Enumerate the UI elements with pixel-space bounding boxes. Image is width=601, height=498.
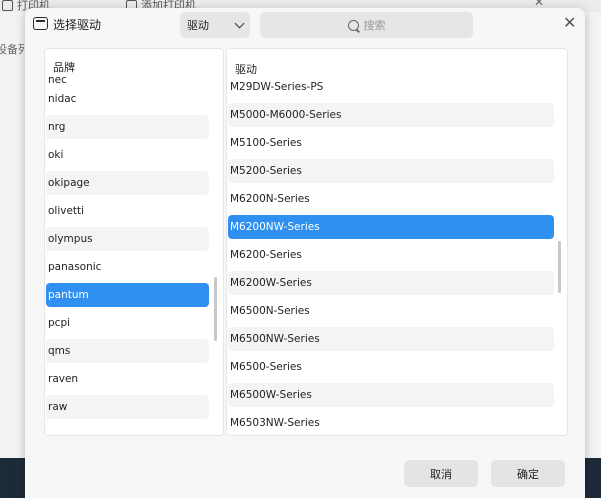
- brand-scrollbar[interactable]: [214, 277, 217, 341]
- driver-item-label: M6200-Series: [230, 249, 302, 261]
- brand-item[interactable]: qms: [45, 337, 223, 365]
- brand-list: nec nidac nrg oki okipage olivetti olympus pan…: [45, 75, 223, 421]
- close-icon[interactable]: ✕: [563, 13, 576, 32]
- search-input[interactable]: 搜索: [260, 12, 473, 38]
- driver-item[interactable]: M6200W-Series: [227, 269, 567, 297]
- dropdown-value: 驱动: [187, 19, 209, 32]
- driver-item[interactable]: M6200NW-Series: [227, 213, 567, 241]
- search-placeholder: 搜索: [363, 19, 386, 32]
- desktop-strip-left: [0, 458, 26, 498]
- brand-item[interactable]: olivetti: [45, 197, 223, 225]
- brand-column-header: 品牌: [53, 59, 95, 75]
- brand-item-label: nidac: [48, 93, 77, 105]
- driver-item[interactable]: M6500N-Series: [227, 297, 567, 325]
- printer-icon: [2, 0, 13, 11]
- driver-item-label: M5200-Series: [230, 165, 302, 177]
- brand-item[interactable]: pcpi: [45, 309, 223, 337]
- brand-list-panel: nec nidac nrg oki okipage olivetti olympus pan…: [44, 48, 224, 436]
- brand-item[interactable]: nrg: [45, 113, 223, 141]
- dialog-title: 选择驱动: [53, 18, 102, 32]
- driver-item[interactable]: M6200N-Series: [227, 185, 567, 213]
- driver-item-label: M6500N-Series: [230, 305, 310, 317]
- driver-item[interactable]: M6500-Series: [227, 353, 567, 381]
- brand-item[interactable]: nidac: [45, 85, 223, 113]
- dialog-app-icon: [33, 17, 48, 30]
- brand-item[interactable]: oki: [45, 141, 223, 169]
- confirm-button[interactable]: 确定: [491, 460, 565, 487]
- driver-item-label: M6500W-Series: [230, 389, 312, 401]
- brand-item-label: okipage: [48, 177, 90, 189]
- driver-item-label: M5100-Series: [230, 137, 302, 149]
- brand-item-label: panasonic: [48, 261, 102, 273]
- brand-item-label: qms: [48, 345, 71, 357]
- brand-item[interactable]: pantum: [45, 281, 223, 309]
- driver-item-label: M6200N-Series: [230, 193, 310, 205]
- brand-item[interactable]: raven: [45, 365, 223, 393]
- driver-item[interactable]: M6503NW-Series: [227, 409, 567, 435]
- brand-item-label: raven: [48, 373, 79, 385]
- driver-item-label: M6500-Series: [230, 361, 302, 373]
- driver-item[interactable]: M5000-M6000-Series: [227, 101, 567, 129]
- driver-item[interactable]: M5100-Series: [227, 129, 567, 157]
- brand-item-label: oki: [48, 149, 64, 161]
- driver-item[interactable]: M6200-Series: [227, 241, 567, 269]
- driver-type-dropdown[interactable]: 驱动: [180, 12, 250, 38]
- driver-list: M29DW-Series-PS M5000-M6000-Series M5100-S…: [227, 73, 567, 435]
- brand-item-label: raw: [48, 401, 68, 413]
- driver-item-label: M29DW-Series-PS: [230, 81, 324, 93]
- brand-item-label: pantum: [48, 289, 89, 301]
- list-item-partial[interactable]: nec: [45, 75, 223, 85]
- cancel-button[interactable]: 取消: [404, 460, 478, 487]
- desktop-strip-right: [585, 458, 601, 498]
- select-driver-dialog: 选择驱动 驱动 搜索 ✕ nec nidac nrg oki okipage olive…: [25, 8, 585, 498]
- driver-item-label: M6503NW-Series: [230, 417, 320, 429]
- driver-item-label: M5000-M6000-Series: [230, 109, 342, 121]
- brand-item[interactable]: okipage: [45, 169, 223, 197]
- driver-item-label: M6200NW-Series: [230, 221, 320, 233]
- driver-item-label: M6200W-Series: [230, 277, 312, 289]
- driver-item[interactable]: M5200-Series: [227, 157, 567, 185]
- brand-item[interactable]: olympus: [45, 225, 223, 253]
- brand-item-label: olympus: [48, 233, 93, 245]
- brand-item[interactable]: panasonic: [45, 253, 223, 281]
- chevron-down-icon: [234, 18, 245, 28]
- driver-item[interactable]: M6500W-Series: [227, 381, 567, 409]
- brand-item-label: olivetti: [48, 205, 85, 217]
- driver-scrollbar[interactable]: [558, 241, 561, 293]
- driver-item[interactable]: M29DW-Series-PS: [227, 73, 567, 101]
- search-icon: [347, 19, 359, 31]
- brand-item[interactable]: raw: [45, 393, 223, 421]
- driver-item[interactable]: M6500NW-Series: [227, 325, 567, 353]
- brand-item-label: nrg: [48, 121, 66, 133]
- driver-list-panel: 驱动 M29DW-Series-PS M5000-M6000-Series M510…: [226, 48, 568, 436]
- driver-item-label: M6500NW-Series: [230, 333, 320, 345]
- brand-item-label: pcpi: [48, 317, 71, 329]
